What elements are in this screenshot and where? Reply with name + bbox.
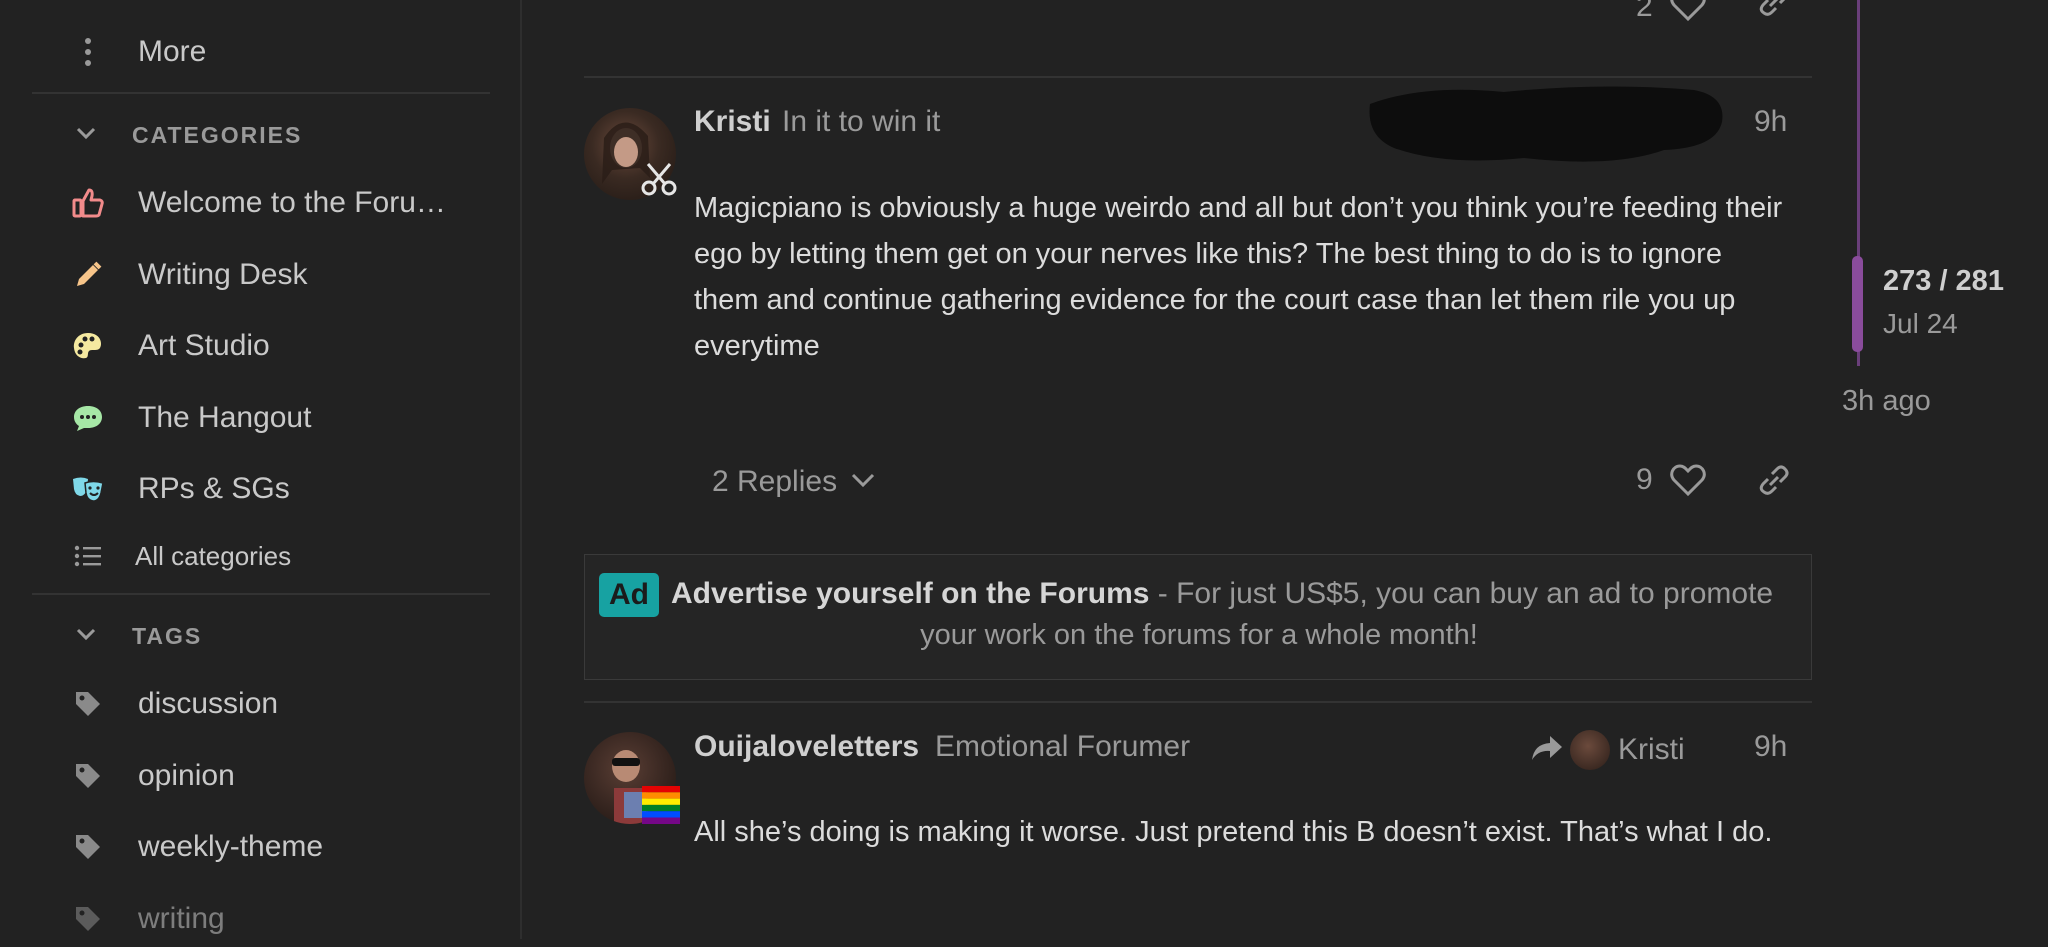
timeline-date: Jul 24 — [1883, 308, 1958, 339]
sidebar-item-rps-sgs[interactable]: RPs & SGs — [0, 461, 520, 517]
ad-title[interactable]: Advertise yourself on the Forums — [671, 577, 1149, 610]
post-time[interactable]: 9h — [1754, 105, 1787, 139]
heart-icon[interactable] — [1670, 463, 1706, 502]
divider — [32, 92, 490, 94]
post-user-title: Emotional Forumer — [935, 730, 1191, 763]
ad-banner[interactable]: Ad Advertise yourself on the Forums - Fo… — [584, 554, 1812, 680]
post-username[interactable]: Kristi — [694, 105, 771, 139]
palette-icon — [70, 328, 106, 364]
sidebar-item-label: All categories — [135, 540, 292, 571]
tag-icon — [70, 901, 106, 937]
post-divider — [584, 701, 1812, 703]
replies-label: 2 Replies — [712, 465, 838, 498]
sidebar-tag-opinion[interactable]: opinion — [0, 748, 520, 804]
chat-bubble-icon — [70, 400, 106, 436]
pencil-icon — [70, 257, 106, 293]
post-body: All she’s doing is making it worse. Just… — [694, 816, 1773, 848]
reply-arrow-icon — [1530, 734, 1564, 767]
thumbs-up-icon — [70, 185, 106, 221]
pride-flag-icon — [642, 786, 680, 829]
tags-header: TAGS — [132, 622, 203, 649]
link-icon[interactable] — [1756, 0, 1792, 21]
sidebar-item-label: Welcome to the Foru… — [138, 186, 446, 219]
reply-to-link[interactable]: Kristi — [1530, 728, 1685, 772]
chevron-down-icon — [851, 472, 875, 493]
theater-masks-icon — [70, 471, 106, 507]
sidebar-item-label: writing — [138, 902, 225, 935]
tag-icon — [70, 829, 106, 865]
post-time[interactable]: 9h — [1754, 730, 1787, 764]
ad-line-1-text: - For just US$5, you can buy an ad to pr… — [1149, 577, 1774, 610]
post-body: Magicpiano is obviously a huge weirdo an… — [694, 192, 1783, 362]
sidebar-item-the-hangout[interactable]: The Hangout — [0, 390, 520, 446]
divider — [32, 593, 490, 595]
heart-icon[interactable] — [1670, 0, 1706, 27]
sidebar-tag-discussion[interactable]: discussion — [0, 676, 520, 732]
sidebar-item-writing-desk[interactable]: Writing Desk — [0, 247, 520, 303]
sidebar-item-label: The Hangout — [138, 401, 312, 434]
ad-line-1: Advertise yourself on the Forums - For j… — [671, 577, 1773, 611]
tag-icon — [70, 758, 106, 794]
timeline-last-activity[interactable]: 3h ago — [1842, 385, 1931, 418]
post-username[interactable]: Ouijaloveletters — [694, 730, 919, 764]
timeline-handle[interactable] — [1852, 256, 1863, 352]
post-user-title: In it to win it — [782, 105, 941, 138]
sidebar-more-label: More — [138, 35, 207, 68]
link-icon[interactable] — [1756, 465, 1792, 500]
ad-badge: Ad — [599, 573, 659, 617]
sidebar-item-label: RPs & SGs — [138, 472, 290, 505]
chevron-down-icon — [76, 126, 96, 145]
sidebar-item-all-categories[interactable]: All categories — [0, 528, 520, 584]
like-count: 9 — [1636, 463, 1653, 496]
sidebar-item-label: discussion — [138, 687, 279, 720]
scissors-icon — [640, 160, 678, 203]
ad-line-2: your work on the forums for a whole mont… — [920, 619, 1478, 651]
sidebar-item-label: Writing Desk — [138, 258, 308, 291]
tags-section-header[interactable]: TAGS — [0, 611, 520, 661]
categories-header: CATEGORIES — [132, 121, 303, 148]
list-icon — [70, 538, 106, 574]
sidebar-item-welcome[interactable]: Welcome to the Foru… — [0, 175, 520, 231]
sidebar-item-label: weekly-theme — [138, 830, 324, 863]
sidebar-tag-weekly-theme[interactable]: weekly-theme — [0, 819, 520, 875]
sidebar: More CATEGORIES Welcome to the Foru… Wri… — [0, 0, 522, 939]
avatar — [1570, 730, 1610, 770]
like-count: 2 — [1636, 0, 1653, 23]
timeline-position: 273 / 281 — [1883, 265, 2004, 297]
tag-icon — [70, 686, 106, 722]
sidebar-more[interactable]: More — [0, 24, 520, 80]
sidebar-item-art-studio[interactable]: Art Studio — [0, 318, 520, 374]
vertical-ellipsis-icon — [70, 34, 106, 70]
sidebar-item-label: opinion — [138, 759, 235, 792]
reply-to-username: Kristi — [1618, 733, 1685, 766]
chevron-down-icon — [76, 627, 96, 646]
categories-section-header[interactable]: CATEGORIES — [0, 110, 520, 160]
redaction-scribble — [1364, 78, 1734, 175]
sidebar-item-label: Art Studio — [138, 329, 270, 362]
replies-toggle[interactable]: 2 Replies — [712, 462, 875, 502]
